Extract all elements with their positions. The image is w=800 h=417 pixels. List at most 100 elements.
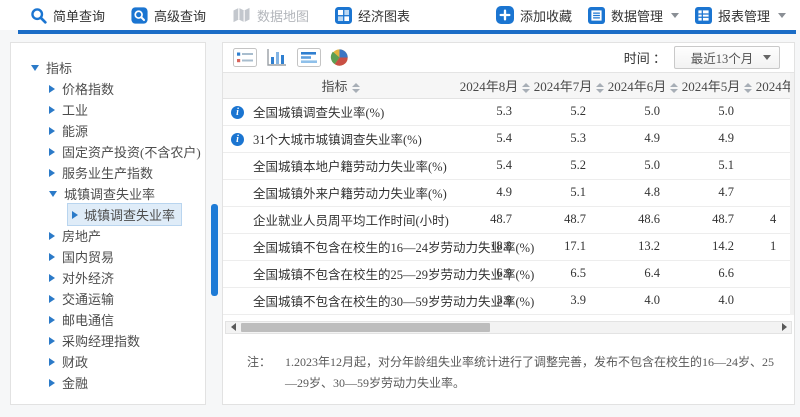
scrollbar-thumb[interactable] xyxy=(241,323,490,332)
panel-splitter-handle[interactable] xyxy=(211,204,218,296)
tree-item-label: 国内贸易 xyxy=(62,247,114,266)
view-button-hbar-chart-view[interactable] xyxy=(297,48,321,67)
tree-item-15[interactable]: 金融 xyxy=(11,372,205,393)
footnote-text: 1.2023年12月起，对分年龄组失业率统计进行了调整完善，发布不包含在校生的1… xyxy=(285,352,785,394)
view-button-pie-chart-view[interactable] xyxy=(330,48,349,67)
tree-arrow-collapsed-icon xyxy=(49,169,55,177)
tree-item-2[interactable]: 工业 xyxy=(11,99,205,120)
arrow-left-icon xyxy=(231,323,236,331)
tree-item-14[interactable]: 财政 xyxy=(11,351,205,372)
indicator-cell: 企业就业人员周平均工作时间(小时) xyxy=(223,206,458,233)
tree-item-label: 城镇调查失业率 xyxy=(84,205,175,224)
tree-arrow-collapsed-icon xyxy=(49,316,55,324)
nav-item-simple-query[interactable]: 简单查询 xyxy=(30,6,105,25)
column-header[interactable]: 2024年5月 xyxy=(680,73,754,98)
tree-item-label: 能源 xyxy=(62,121,88,140)
value-cell: 48.7 xyxy=(458,206,532,233)
value-cell: 5.1 xyxy=(532,179,606,206)
value-cell: 5.2 xyxy=(532,152,606,179)
action-report-management[interactable]: 报表管理 xyxy=(695,6,786,25)
value-cell xyxy=(754,125,794,152)
table-row[interactable]: 全国城镇不包含在校生的30—59岁劳动力失业率(%)3.93.94.04.0 xyxy=(223,287,794,314)
tree-item-label: 采购经理指数 xyxy=(62,331,140,350)
value-cell: 48.6 xyxy=(606,206,680,233)
tree-item-5[interactable]: 服务业生产指数 xyxy=(11,162,205,183)
view-button-bar-chart-view[interactable] xyxy=(266,48,288,67)
tree-item-7[interactable]: 城镇调查失业率 xyxy=(11,204,205,225)
nav-item-label: 简单查询 xyxy=(53,6,105,25)
tree-arrow-collapsed-icon xyxy=(49,106,55,114)
bar-chart-view-icon xyxy=(266,48,288,67)
tree-item-6[interactable]: 城镇调查失业率 xyxy=(11,183,205,204)
column-header[interactable]: 2024年4月 xyxy=(754,73,794,98)
tree-item-10[interactable]: 对外经济 xyxy=(11,267,205,288)
tree-item-8[interactable]: 房地产 xyxy=(11,225,205,246)
table-row[interactable]: i31个大城市城镇调查失业率(%)5.45.34.94.9 xyxy=(223,125,794,152)
indicator-label: 全国城镇本地户籍劳动力失业率(%) xyxy=(253,160,447,174)
vertical-scrollbar-track[interactable] xyxy=(790,73,794,315)
tree-item-13[interactable]: 采购经理指数 xyxy=(11,330,205,351)
nav-item-advanced-query[interactable]: 高级查询 xyxy=(131,6,206,25)
column-header[interactable]: 2024年6月 xyxy=(606,73,680,98)
horizontal-scrollbar[interactable] xyxy=(225,321,792,334)
chevron-down-icon xyxy=(763,55,771,60)
tree-item-label: 服务业生产指数 xyxy=(62,163,153,182)
scroll-left-button[interactable] xyxy=(226,322,240,333)
column-header[interactable]: 2024年7月 xyxy=(532,73,606,98)
value-cell: 48.7 xyxy=(680,206,754,233)
nav-item-label: 高级查询 xyxy=(154,6,206,25)
tree-item-0[interactable]: 指标 xyxy=(11,57,205,78)
main-panel: 时间 ： 最近13个月 指标2024年8月2024年7月2024年6月2024年… xyxy=(222,42,795,405)
indicator-label: 全国城镇外来户籍劳动力失业率(%) xyxy=(253,187,447,201)
scroll-right-button[interactable] xyxy=(777,322,791,333)
indicator-label: 全国城镇不包含在校生的30—59岁劳动力失业率(%) xyxy=(253,295,534,309)
column-header[interactable]: 2024年8月 xyxy=(458,73,532,98)
tree-item-label: 固定资产投资(不含农户) xyxy=(62,142,201,161)
tree-item-1[interactable]: 价格指数 xyxy=(11,78,205,99)
value-cell: 5.0 xyxy=(606,152,680,179)
nav-item-data-map[interactable]: 数据地图 xyxy=(232,6,309,25)
indicator-cell: 全国城镇不包含在校生的25—29岁劳动力失业率(%) xyxy=(223,260,458,287)
time-filter-label: 时间 ： xyxy=(624,48,666,67)
view-toolbar: 时间 ： 最近13个月 xyxy=(223,43,794,73)
table-row[interactable]: 企业就业人员周平均工作时间(小时)48.748.748.648.74 xyxy=(223,206,794,233)
value-cell: 3.9 xyxy=(532,287,606,314)
sort-icon xyxy=(744,83,752,93)
time-range-select[interactable]: 最近13个月 xyxy=(674,46,780,69)
table-row[interactable]: 全国城镇本地户籍劳动力失业率(%)5.45.25.05.1 xyxy=(223,152,794,179)
tree-item-3[interactable]: 能源 xyxy=(11,120,205,141)
chevron-down-icon xyxy=(778,13,786,18)
tree-item-12[interactable]: 邮电通信 xyxy=(11,309,205,330)
table-header-row: 指标2024年8月2024年7月2024年6月2024年5月 2024年4月 xyxy=(223,73,794,98)
table-row[interactable]: 全国城镇外来户籍劳动力失业率(%)4.95.14.84.7 xyxy=(223,179,794,206)
table-row[interactable]: i全国城镇调查失业率(%)5.35.25.05.0 xyxy=(223,98,794,125)
hbar-chart-view-icon xyxy=(297,48,321,67)
tree-item-4[interactable]: 固定资产投资(不含农户) xyxy=(11,141,205,162)
column-header[interactable]: 指标 xyxy=(223,73,458,98)
value-cell: 14.2 xyxy=(680,233,754,260)
info-icon[interactable]: i xyxy=(231,106,244,119)
column-header-label: 2024年5月 xyxy=(682,79,741,94)
table-row[interactable]: 全国城镇不包含在校生的16—24岁劳动力失业率(%)18.817.113.214… xyxy=(223,233,794,260)
table-row[interactable]: 全国城镇不包含在校生的25—29岁劳动力失业率(%)6.96.56.46.6 xyxy=(223,260,794,287)
indicator-label: 全国城镇调查失业率(%) xyxy=(253,106,384,120)
view-button-table-view[interactable] xyxy=(233,48,257,67)
tree-item-11[interactable]: 交通运输 xyxy=(11,288,205,309)
economic-chart-icon xyxy=(335,7,352,24)
value-cell: 5.2 xyxy=(532,98,606,125)
tree-arrow-expanded-icon xyxy=(31,65,39,71)
info-icon[interactable]: i xyxy=(231,133,244,146)
tree-arrow-collapsed-icon xyxy=(49,295,55,303)
tree-item-9[interactable]: 国内贸易 xyxy=(11,246,205,267)
tree-item-label: 指标 xyxy=(46,58,72,77)
value-cell: 5.3 xyxy=(532,125,606,152)
value-cell: 6.5 xyxy=(532,260,606,287)
pie-chart-view-icon xyxy=(330,48,349,67)
value-cell xyxy=(754,287,794,314)
tree-arrow-collapsed-icon xyxy=(49,85,55,93)
nav-item-economic-charts[interactable]: 经济图表 xyxy=(335,6,410,25)
action-label: 报表管理 xyxy=(718,6,770,25)
indicator-label: 全国城镇不包含在校生的16—24岁劳动力失业率(%) xyxy=(253,241,534,255)
action-add-favorite[interactable]: 添加收藏 xyxy=(496,6,572,25)
action-data-management[interactable]: 数据管理 xyxy=(588,6,679,25)
